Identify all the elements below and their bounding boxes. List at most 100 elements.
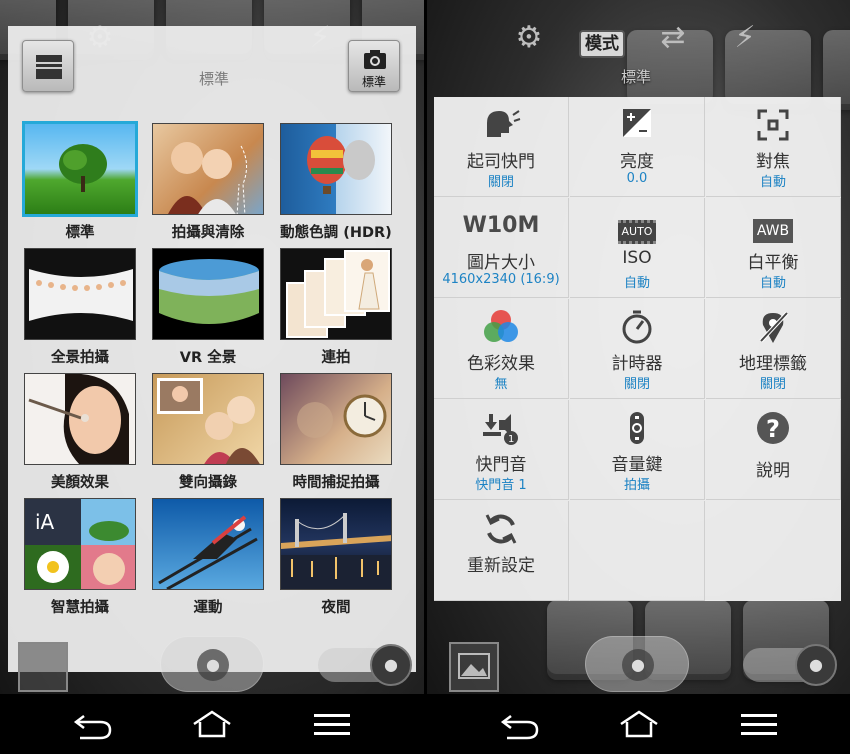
mode-thumbnail [152, 373, 264, 465]
right-screen: ⚙ 模式 ⇄ ⚡ 標準 起司快門 關閉 亮度 0.0 對焦 自動 W10M 圖片… [427, 0, 850, 754]
mode-time-catch-shot[interactable]: 時間捕捉拍攝 [277, 370, 395, 491]
setting-name: 音量鍵 [611, 455, 663, 475]
shutter-button[interactable]: ● [585, 636, 689, 692]
setting-value: 自動 [759, 175, 786, 190]
camera-mode-button[interactable]: 標準 [348, 40, 400, 92]
back-icon[interactable] [70, 706, 114, 742]
setting-value: 關閉 [759, 377, 786, 392]
setting-geotag[interactable]: 地理標籤 關閉 [706, 299, 841, 399]
mode-button[interactable]: 模式 [579, 30, 625, 58]
setting-name: 對焦 [756, 152, 790, 172]
setting-shutter-sound[interactable]: 1 快門音 快門音 1 [434, 400, 569, 500]
navigation-bar [427, 694, 850, 754]
current-mode-label: 標準 [621, 68, 652, 86]
mode-label: 雙向攝錄 [179, 475, 237, 491]
mode-thumbnail [24, 248, 136, 340]
setting-iso[interactable]: AUTO ISO 自動 [570, 198, 705, 298]
camera-icon: ● [622, 649, 654, 681]
navigation-bar [0, 694, 424, 754]
mode-thumbnail: iA [24, 498, 136, 590]
timer-icon [570, 309, 704, 345]
setting-help[interactable]: ? 說明 [706, 400, 841, 500]
setting-focus[interactable]: 對焦 自動 [706, 97, 841, 197]
mode-hdr[interactable]: 動態色調 (HDR) [277, 120, 395, 241]
shot-mode-panel: 標準 標準 標準 拍攝與清除 動態色調 (HDR) 全景拍攝 VR 全景 連拍 … [8, 26, 416, 672]
mode-burst-shot[interactable]: 連拍 [277, 245, 395, 366]
setting-name: 白平衡 [747, 253, 799, 273]
camera-icon: ● [197, 649, 229, 681]
setting-cheese-shutter[interactable]: 起司快門 關閉 [434, 97, 569, 197]
setting-value: 關閉 [487, 175, 514, 190]
setting-reset[interactable]: 重新設定 [434, 501, 569, 601]
iso-icon-text: AUTO [617, 220, 657, 244]
mode-label: 動態色調 (HDR) [280, 225, 392, 241]
mode-vr-panorama[interactable]: VR 全景 [149, 245, 267, 366]
video-camera-toggle[interactable]: ● [743, 644, 837, 686]
gallery-thumbnail[interactable] [449, 642, 499, 692]
camera-top-bar: ⚙ 模式 ⇄ ⚡ [427, 12, 850, 62]
mode-normal[interactable]: 標準 [21, 120, 139, 241]
mode-label: VR 全景 [179, 350, 237, 366]
mode-panorama[interactable]: 全景拍攝 [21, 245, 139, 366]
settings-panel: 起司快門 關閉 亮度 0.0 對焦 自動 W10M 圖片大小 4160x2340… [434, 97, 841, 601]
setting-name: 色彩效果 [467, 354, 535, 374]
mode-thumbnail [24, 373, 136, 465]
switch-camera-icon[interactable]: ⇄ [653, 18, 693, 58]
mode-shot-and-clear[interactable]: 拍攝與清除 [149, 120, 267, 241]
setting-value: 自動 [759, 276, 786, 291]
home-icon[interactable] [617, 706, 661, 742]
setting-value: 關閉 [623, 377, 650, 392]
flash-off-icon[interactable]: ⚡ [725, 18, 765, 58]
mode-dual-recording[interactable]: 雙向攝錄 [149, 370, 267, 491]
mode-label: 全景拍攝 [51, 350, 109, 366]
setting-image-size[interactable]: W10M 圖片大小 4160x2340 (16:9) [434, 198, 569, 298]
setting-white-balance[interactable]: AWB 白平衡 自動 [706, 198, 841, 298]
video-camera-toggle[interactable]: ● [318, 644, 412, 686]
setting-brightness[interactable]: 亮度 0.0 [570, 97, 705, 197]
mode-label: 標準 [65, 225, 95, 241]
setting-name: 起司快門 [467, 152, 535, 172]
mode-thumbnail [280, 498, 392, 590]
home-icon[interactable] [190, 706, 234, 742]
menu-icon[interactable] [310, 706, 354, 742]
color-effect-icon [434, 309, 568, 345]
mode-thumbnail [22, 121, 138, 217]
setting-timer[interactable]: 計時器 關閉 [570, 299, 705, 399]
mode-thumbnail [280, 123, 392, 215]
camera-icon [364, 50, 386, 69]
mode-thumbnail [280, 248, 392, 340]
svg-text:?: ? [766, 415, 780, 443]
left-screen: ⚙ ⚡ 標準 標準 標準 [0, 0, 424, 754]
setting-name: 亮度 [620, 152, 654, 172]
mode-label: 運動 [193, 600, 223, 616]
setting-name: 圖片大小 [467, 253, 535, 273]
mode-intelligent-auto[interactable]: iA 智慧拍攝 [21, 495, 139, 616]
settings-icon[interactable]: ⚙ [509, 18, 549, 58]
shutter-sound-icon: 1 [434, 410, 568, 446]
shutter-button[interactable]: ● [160, 636, 264, 692]
voice-shutter-icon [434, 107, 568, 143]
focus-icon [706, 107, 840, 143]
camera-icon: ● [370, 644, 412, 686]
mode-thumbnail [152, 498, 264, 590]
setting-value: 拍攝 [623, 478, 650, 493]
setting-color-effect[interactable]: 色彩效果 無 [434, 299, 569, 399]
mode-night[interactable]: 夜間 [277, 495, 395, 616]
setting-name: ISO [622, 248, 652, 268]
back-icon[interactable] [497, 706, 541, 742]
setting-value: 自動 [623, 276, 650, 291]
menu-button[interactable] [22, 40, 74, 92]
setting-name: 說明 [756, 461, 790, 481]
resolution-icon: W10M [462, 213, 540, 238]
gallery-thumbnail[interactable] [18, 642, 68, 692]
mode-beauty-shot[interactable]: 美顏效果 [21, 370, 139, 491]
mode-sports[interactable]: 運動 [149, 495, 267, 616]
brightness-icon [570, 107, 704, 143]
setting-name: 地理標籤 [739, 354, 807, 374]
menu-icon[interactable] [737, 706, 781, 742]
awb-icon: AWB [706, 208, 840, 244]
list-icon [36, 55, 62, 79]
setting-value: 4160x2340 (16:9) [442, 272, 560, 287]
setting-name: 重新設定 [467, 556, 535, 576]
setting-volume-key[interactable]: 音量鍵 拍攝 [570, 400, 705, 500]
